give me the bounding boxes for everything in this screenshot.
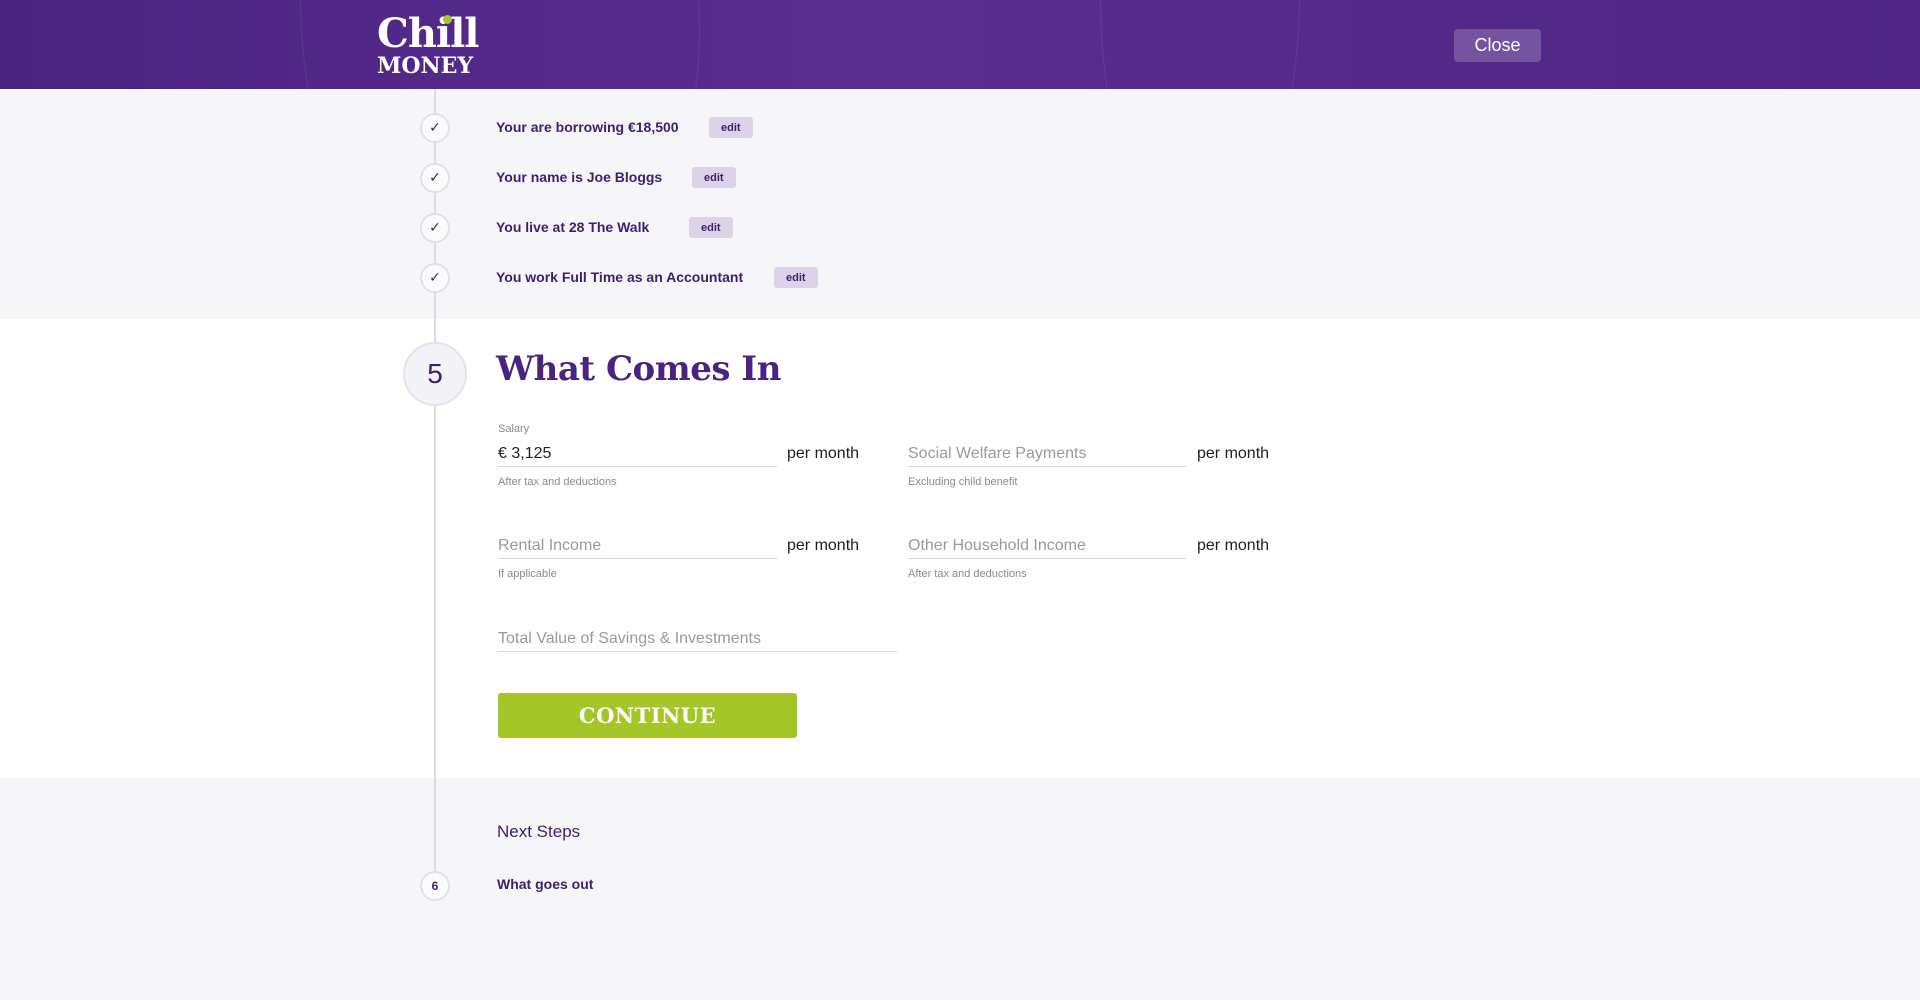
edit-borrowing-button[interactable]: edit	[709, 117, 753, 138]
salary-help: After tax and deductions	[498, 476, 617, 488]
other-household-income-input[interactable]	[908, 533, 1186, 559]
completed-step-text: You live at 28 The Walk	[496, 219, 650, 235]
social-welfare-input[interactable]	[908, 441, 1186, 467]
timeline-line	[434, 89, 436, 877]
social-welfare-suffix: per month	[1197, 445, 1270, 462]
checkmark-icon: ✓	[420, 263, 450, 293]
completed-step: ✓	[420, 113, 450, 143]
rental-income-input[interactable]	[498, 533, 777, 559]
salary-suffix: per month	[787, 445, 860, 462]
top-header: Chill MONEY Close	[0, 0, 1920, 89]
edit-name-button[interactable]: edit	[692, 167, 736, 188]
rental-income-suffix: per month	[787, 537, 860, 554]
logo-word-money: MONEY	[377, 53, 474, 79]
social-welfare-help: Excluding child benefit	[908, 476, 1018, 488]
section-title: What Comes In	[496, 349, 781, 389]
next-steps-heading: Next Steps	[497, 822, 581, 841]
completed-step: ✓	[420, 213, 450, 243]
close-button[interactable]: Close	[1454, 29, 1541, 62]
rental-income-help: If applicable	[498, 568, 557, 580]
completed-step: ✓	[420, 263, 450, 293]
logo-dot-icon	[443, 15, 452, 24]
checkmark-icon: ✓	[420, 113, 450, 143]
step-number-badge: 6	[420, 871, 450, 901]
completed-step-text: Your are borrowing €18,500	[496, 119, 679, 135]
edit-address-button[interactable]: edit	[689, 217, 733, 238]
salary-input[interactable]	[498, 441, 777, 467]
checkmark-icon: ✓	[420, 213, 450, 243]
step-number-badge: 5	[403, 342, 467, 406]
chill-money-logo[interactable]: Chill MONEY	[377, 10, 480, 79]
logo-word-chill: Chill	[377, 10, 480, 57]
completed-step: ✓	[420, 163, 450, 193]
completed-step-text: Your name is Joe Bloggs	[496, 169, 663, 185]
other-household-income-help: After tax and deductions	[908, 568, 1027, 580]
edit-employment-button[interactable]: edit	[774, 267, 818, 288]
next-step-item: What goes out	[497, 876, 594, 892]
completed-step-text: You work Full Time as an Accountant	[496, 269, 744, 285]
other-household-income-suffix: per month	[1197, 537, 1270, 554]
salary-label: Salary	[498, 423, 530, 435]
continue-button[interactable]: CONTINUE	[498, 693, 797, 738]
savings-investments-input[interactable]	[498, 626, 897, 652]
checkmark-icon: ✓	[420, 163, 450, 193]
